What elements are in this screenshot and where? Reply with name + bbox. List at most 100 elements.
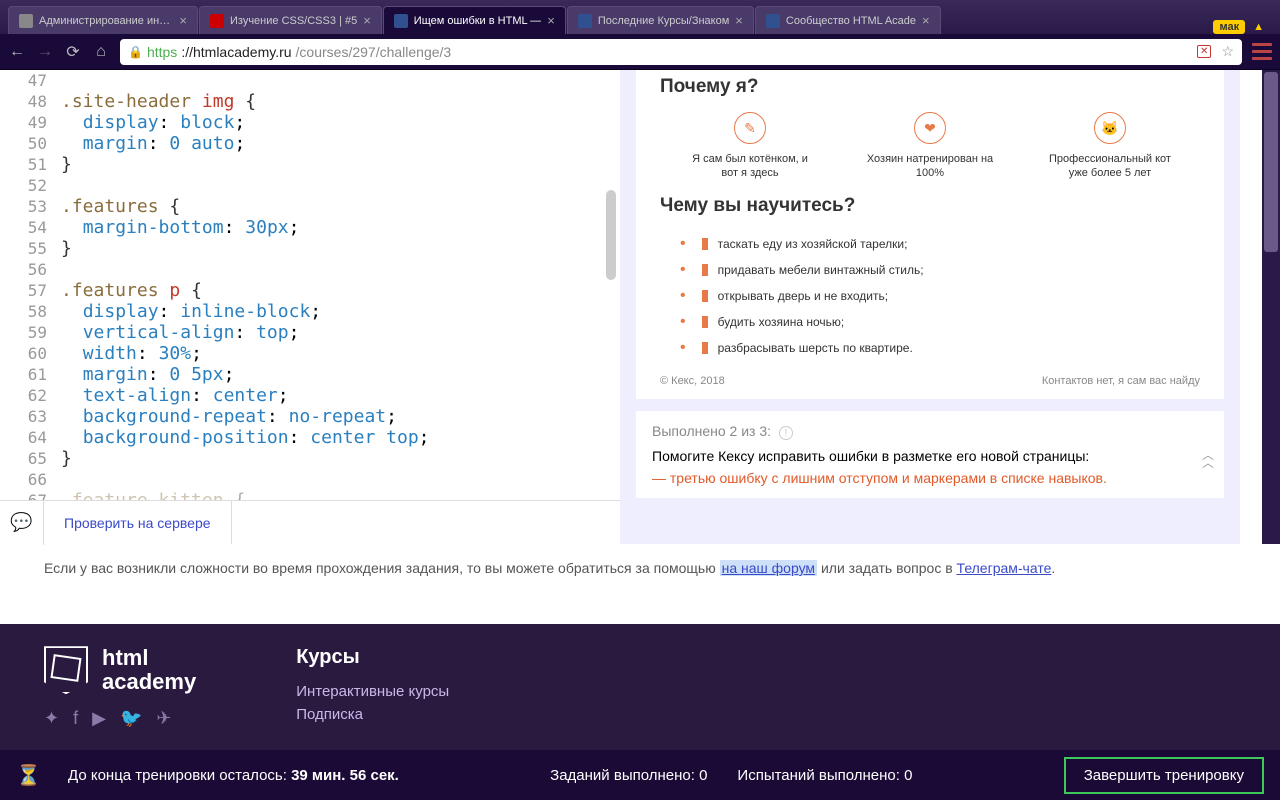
skills-list: таскать еду из хозяйской тарелки; придава… — [660, 231, 1200, 361]
code-content[interactable]: .site-header img { display: block; margi… — [55, 70, 430, 544]
home-button[interactable]: ⌂ — [92, 43, 110, 61]
help-mid: или задать вопрос в — [817, 560, 956, 576]
help-post: . — [1051, 560, 1055, 576]
section-why-title: Почему я? — [660, 76, 1200, 98]
skill-marker-icon — [702, 342, 708, 354]
collapse-icon[interactable]: ︿︿ — [1202, 451, 1214, 467]
tab-label: Последние Курсы/Знаком — [598, 15, 729, 27]
skill-text: будить хозяина ночью; — [718, 315, 845, 329]
browser-tab[interactable]: Изучение CSS/CSS3 | #5 × — [199, 6, 382, 34]
feature-item: ✎ Я сам был котёнком, и вот я здесь — [685, 112, 815, 181]
trials-done: Испытаний выполнено: 0 — [737, 767, 912, 784]
skill-text: таскать еду из хозяйской тарелки; — [718, 237, 908, 251]
page-scrollbar[interactable] — [1262, 70, 1280, 544]
page-footer: htmlacademy ✦ f ▶ 🐦 ✈ Курсы Интерактивны… — [0, 624, 1280, 750]
close-icon[interactable]: × — [922, 13, 930, 28]
skill-item: открывать дверь и не входить; — [660, 283, 1200, 309]
feature-icon: ❤ — [914, 112, 946, 144]
skill-text: открывать дверь и не входить; — [718, 289, 888, 303]
editor-scrollbar[interactable] — [606, 190, 616, 280]
feature-text: Профессиональный кот уже более 5 лет — [1045, 152, 1175, 181]
close-icon[interactable]: × — [179, 13, 187, 28]
section-learn-title: Чему вы научитесь? — [660, 195, 1200, 217]
timer-text: До конца тренировки осталось: 39 мин. 56… — [68, 767, 399, 784]
feature-item: ❤ Хозяин натренирован на 100% — [865, 112, 995, 181]
browser-tab[interactable]: Администрирование интер× — [8, 6, 198, 34]
vk-icon[interactable]: ✦ — [44, 708, 59, 729]
feature-text: Я сам был котёнком, и вот я здесь — [685, 152, 815, 181]
url-field[interactable]: 🔒 https://htmlacademy.ru/courses/297/cha… — [120, 39, 1242, 65]
address-bar: ← → ⟳ ⌂ 🔒 https://htmlacademy.ru/courses… — [0, 34, 1280, 70]
browser-tab[interactable]: Сообщество HTML Acade × — [755, 6, 941, 34]
bookmark-icon[interactable]: ☆ — [1221, 43, 1234, 60]
close-icon[interactable]: × — [735, 13, 743, 28]
lock-icon: 🔒 — [128, 45, 143, 59]
favicon-icon — [394, 14, 408, 28]
skill-item: будить хозяина ночью; — [660, 309, 1200, 335]
tab-label: Изучение CSS/CSS3 | #5 — [230, 15, 357, 27]
tab-label: Ищем ошибки в HTML — — [414, 15, 541, 27]
favicon-icon — [19, 14, 33, 28]
code-editor-pane[interactable]: 4748495051525354555657585960616263646566… — [0, 70, 620, 544]
skill-text: разбрасывать шерсть по квартире. — [718, 341, 913, 355]
skill-item: придавать мебели винтажный стиль; — [660, 257, 1200, 283]
help-pre: Если у вас возникли сложности во время п… — [44, 560, 720, 576]
favicon-icon — [210, 14, 224, 28]
close-icon[interactable]: × — [547, 13, 555, 28]
editor-footer: 💬 Проверить на сервере — [0, 500, 620, 544]
youtube-icon[interactable]: ▶ — [92, 708, 106, 729]
skill-marker-icon — [702, 238, 708, 250]
skill-item: разбрасывать шерсть по квартире. — [660, 335, 1200, 361]
top-right-controls: мак ▲ — [1213, 20, 1272, 34]
feature-icon: ✎ — [734, 112, 766, 144]
skill-text: придавать мебели винтажный стиль; — [718, 263, 924, 277]
forward-button[interactable]: → — [36, 43, 54, 61]
browser-tab[interactable]: Ищем ошибки в HTML — × — [383, 6, 566, 34]
warning-icon: ▲ — [1253, 21, 1264, 33]
contact-text: Контактов нет, я сам вас найду — [1042, 375, 1200, 387]
back-button[interactable]: ← — [8, 43, 26, 61]
url-host: ://htmlacademy.ru — [181, 44, 291, 60]
help-strip: Если у вас возникли сложности во время п… — [0, 544, 1280, 624]
browser-tab[interactable]: Последние Курсы/Знаком × — [567, 6, 754, 34]
favicon-icon — [766, 14, 780, 28]
copyright-text: © Кекс, 2018 — [660, 375, 725, 387]
url-protocol: https — [147, 44, 177, 60]
courses-heading: Курсы — [296, 646, 449, 669]
reload-button[interactable]: ⟳ — [64, 43, 82, 61]
block-icon[interactable]: ✕ — [1197, 45, 1211, 58]
line-gutter: 4748495051525354555657585960616263646566… — [0, 70, 55, 544]
footer-link[interactable]: Подписка — [296, 706, 449, 723]
footer-link[interactable]: Интерактивные курсы — [296, 683, 449, 700]
telegram-link[interactable]: Телеграм-чате — [957, 560, 1052, 576]
close-icon[interactable]: × — [363, 13, 371, 28]
mac-badge: мак — [1213, 20, 1245, 34]
skill-marker-icon — [702, 290, 708, 302]
check-server-button[interactable]: Проверить на сервере — [44, 501, 232, 544]
task-status-panel: Выполнено 2 из 3: ! Помогите Кексу испра… — [636, 411, 1224, 498]
social-links: ✦ f ▶ 🐦 ✈ — [44, 708, 196, 729]
feature-item: 🐱 Профессиональный кот уже более 5 лет — [1045, 112, 1175, 181]
info-icon[interactable]: ! — [779, 426, 793, 440]
telegram-icon[interactable]: ✈ — [156, 708, 171, 729]
logo-icon — [44, 646, 88, 694]
preview-document: Почему я? ✎ Я сам был котёнком, и вот я з… — [636, 70, 1224, 399]
tasks-done: Заданий выполнено: 0 — [550, 767, 707, 784]
preview-pane: Почему я? ✎ Я сам был котёнком, и вот я з… — [620, 70, 1240, 544]
workspace: 4748495051525354555657585960616263646566… — [0, 70, 1280, 544]
tab-label: Сообщество HTML Acade — [786, 15, 916, 27]
chat-icon[interactable]: 💬 — [0, 501, 44, 545]
finish-button[interactable]: Завершить тренировку — [1064, 757, 1264, 794]
favicon-icon — [578, 14, 592, 28]
hamburger-menu[interactable] — [1252, 42, 1272, 62]
fb-icon[interactable]: f — [73, 708, 78, 729]
logo-text: htmlacademy — [102, 646, 196, 694]
twitter-icon[interactable]: 🐦 — [120, 708, 142, 729]
status-title: Выполнено 2 из 3: — [652, 423, 771, 439]
hourglass-icon: ⏳ — [16, 763, 38, 788]
status-help-text: Помогите Кексу исправить ошибки в размет… — [652, 448, 1208, 464]
bottom-bar: ⏳ До конца тренировки осталось: 39 мин. … — [0, 750, 1280, 800]
feature-text: Хозяин натренирован на 100% — [865, 152, 995, 181]
feature-icon: 🐱 — [1094, 112, 1126, 144]
forum-link[interactable]: на наш форум — [720, 560, 817, 576]
